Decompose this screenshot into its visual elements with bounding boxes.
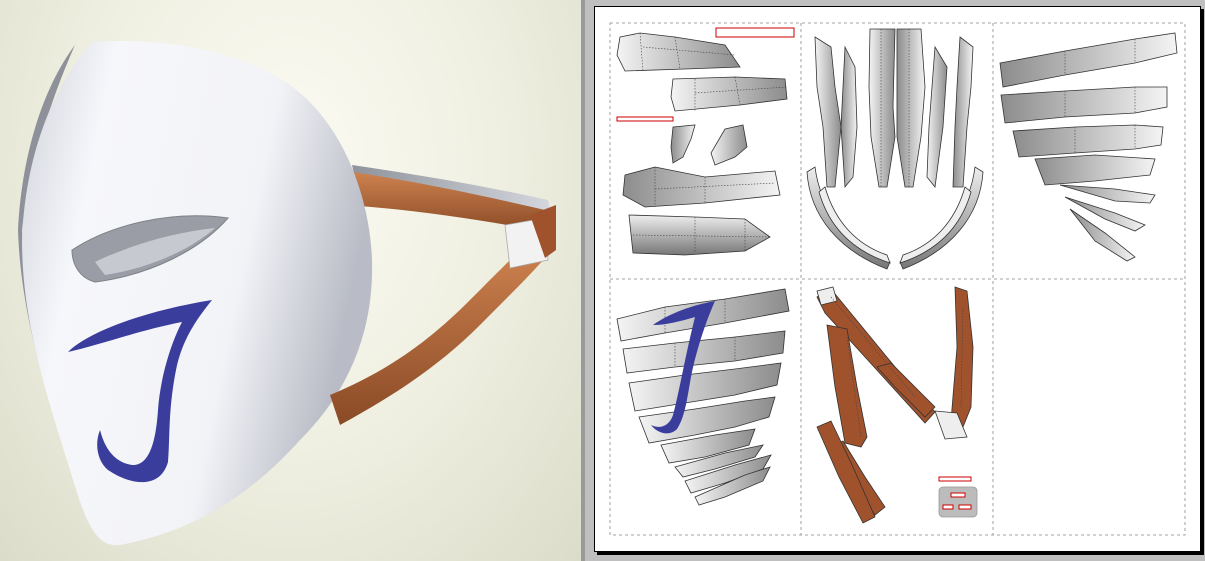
- index-widget: [938, 476, 978, 518]
- 2d-layout-pane[interactable]: [585, 0, 1205, 561]
- mask-upper-plates[interactable]: [616, 32, 788, 256]
- print-page: [594, 6, 1201, 552]
- 3d-model-canvas[interactable]: [0, 0, 581, 561]
- mask-side-plates[interactable]: [999, 32, 1178, 262]
- mask-face: [22, 41, 373, 546]
- 3d-viewport[interactable]: [0, 0, 581, 561]
- mask-emblem-plates[interactable]: [616, 288, 790, 506]
- mask-face-strips[interactable]: [806, 28, 984, 270]
- layout-canvas[interactable]: [595, 7, 1200, 551]
